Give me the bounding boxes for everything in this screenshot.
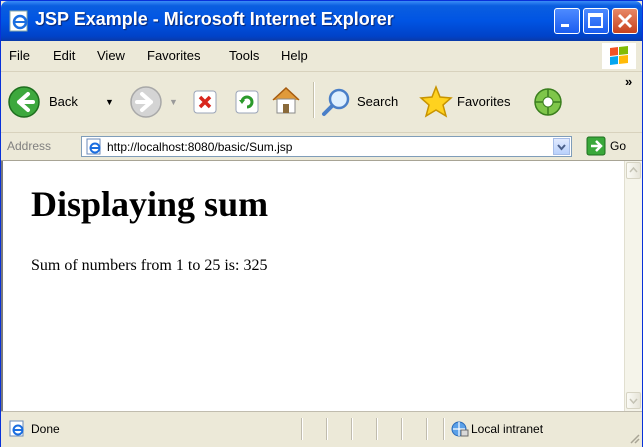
scroll-down-arrow-icon (629, 398, 638, 405)
address-dropdown-button[interactable] (553, 138, 570, 155)
status-divider (443, 418, 445, 440)
address-input[interactable]: http://localhost:8080/basic/Sum.jsp (81, 136, 572, 157)
go-arrow-icon[interactable] (586, 136, 606, 156)
menu-edit[interactable]: Edit (53, 48, 75, 63)
forward-arrow-icon (130, 86, 162, 118)
stop-icon[interactable] (192, 89, 218, 115)
scroll-up-arrow-icon (629, 166, 638, 173)
menu-favorites[interactable]: Favorites (147, 48, 200, 63)
close-icon (617, 13, 633, 29)
security-zone-label: Local intranet (471, 422, 544, 436)
back-label: Back (49, 94, 78, 109)
page-icon (86, 138, 101, 155)
ie-page-icon (9, 10, 28, 32)
back-arrow-icon (8, 86, 40, 118)
scroll-down-button[interactable] (626, 392, 641, 409)
title-bar: JSP Example - Microsoft Internet Explore… (1, 1, 642, 41)
search-magnifier-icon (322, 88, 350, 116)
scroll-up-button[interactable] (626, 162, 641, 179)
minimize-button[interactable] (554, 8, 580, 34)
standard-toolbar: Back ▼ ▼ Search Favorites » (1, 72, 642, 133)
minimize-icon (561, 24, 569, 27)
status-text: Done (31, 422, 60, 436)
status-divider (401, 418, 403, 440)
menu-help[interactable]: Help (281, 48, 308, 63)
maximize-button[interactable] (583, 8, 609, 34)
favorites-star-icon (419, 85, 453, 118)
maximize-icon (588, 13, 603, 28)
address-url: http://localhost:8080/basic/Sum.jsp (107, 140, 293, 154)
done-page-icon (9, 420, 24, 437)
search-button[interactable]: Search (321, 84, 413, 120)
back-button[interactable]: Back ▼ (7, 84, 121, 120)
toolbar-separator (313, 82, 315, 118)
go-button[interactable]: Go (610, 139, 626, 153)
status-divider (376, 418, 378, 440)
address-bar: Address http://localhost:8080/basic/Sum.… (1, 133, 642, 161)
sum-result-text: Sum of numbers from 1 to 25 is: 325 (31, 257, 268, 274)
back-dropdown-icon[interactable]: ▼ (105, 97, 114, 107)
window-title: JSP Example - Microsoft Internet Explore… (35, 9, 394, 29)
address-label: Address (7, 139, 52, 153)
favorites-button[interactable]: Favorites (419, 84, 525, 120)
menu-bar: File Edit View Favorites Tools Help (1, 41, 642, 72)
close-button[interactable] (612, 8, 638, 34)
status-divider (326, 418, 328, 440)
resize-grip-icon[interactable] (628, 432, 640, 444)
status-divider (426, 418, 428, 440)
vertical-scrollbar[interactable] (624, 161, 642, 411)
media-icon[interactable] (532, 86, 564, 118)
page-content: Displaying sum Sum of numbers from 1 to … (1, 161, 624, 411)
status-divider (351, 418, 353, 440)
refresh-icon[interactable] (234, 89, 260, 115)
chevron-down-icon (557, 144, 566, 151)
home-icon[interactable] (269, 84, 303, 116)
browser-window: JSP Example - Microsoft Internet Explore… (0, 0, 643, 447)
favorites-label: Favorites (457, 94, 511, 109)
search-label: Search (357, 94, 399, 109)
menu-view[interactable]: View (97, 48, 125, 63)
status-bar: Done Local intranet (1, 411, 642, 447)
page-heading: Displaying sum (31, 184, 269, 224)
toolbar-overflow-chevron[interactable]: » (625, 74, 632, 89)
local-intranet-icon (451, 421, 469, 437)
menu-file[interactable]: File (9, 48, 30, 63)
forward-dropdown-icon[interactable]: ▼ (169, 97, 178, 107)
forward-button[interactable]: ▼ (129, 84, 179, 120)
status-divider (301, 418, 303, 440)
menu-tools[interactable]: Tools (229, 48, 259, 63)
windows-logo-icon (602, 43, 636, 69)
